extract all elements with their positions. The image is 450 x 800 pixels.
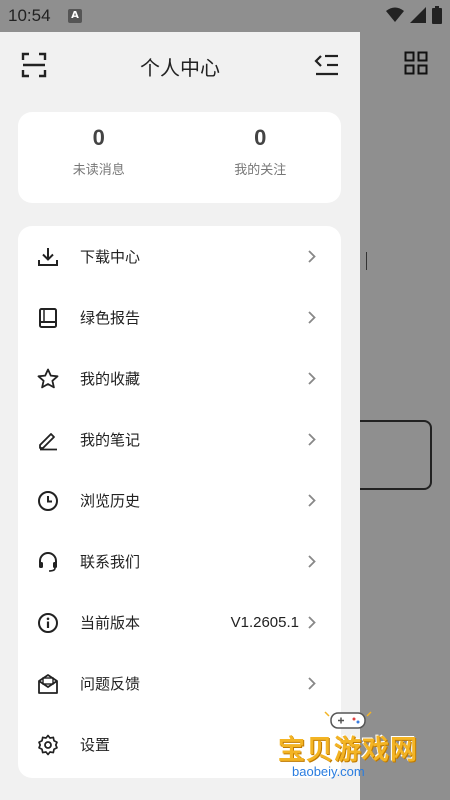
background-card-fragment xyxy=(350,420,432,490)
info-icon xyxy=(38,613,58,633)
menu-item-label: 我的收藏 xyxy=(80,370,141,388)
menu-item-label: 绿色报告 xyxy=(80,309,141,327)
stat-label: 未读消息 xyxy=(72,163,125,178)
chevron-right-icon xyxy=(308,616,316,629)
stat-label: 我的关注 xyxy=(234,163,287,178)
menu-card: 下载中心 绿色报告 我的收藏 我的笔记 浏览历史 联系我们 当前版本 V1.26… xyxy=(18,226,341,778)
version-value: V1.2605.1 xyxy=(230,614,299,631)
clock-icon xyxy=(38,491,58,511)
menu-item-green-report[interactable]: 绿色报告 xyxy=(18,287,341,348)
headset-icon xyxy=(39,552,57,572)
stat-value: 0 xyxy=(254,125,267,150)
status-icons xyxy=(386,6,442,24)
watermark-logo: 宝贝游戏网 baobeiy.com xyxy=(268,708,428,788)
menu-item-my-favorites[interactable]: 我的收藏 xyxy=(18,348,341,409)
chevron-right-icon xyxy=(308,250,316,263)
stat-value: 0 xyxy=(92,125,105,150)
pencil-icon xyxy=(39,433,57,451)
menu-item-my-notes[interactable]: 我的笔记 xyxy=(18,409,341,470)
page-title: 个人中心 xyxy=(140,56,220,80)
menu-item-browse-history[interactable]: 浏览历史 xyxy=(18,470,341,531)
menu-item-label: 下载中心 xyxy=(80,248,141,266)
chevron-right-icon xyxy=(308,555,316,568)
chevron-right-icon xyxy=(308,677,316,690)
menu-item-label: 我的笔记 xyxy=(80,431,141,449)
download-icon xyxy=(38,248,58,266)
stat-following[interactable]: 0 我的关注 xyxy=(180,112,342,203)
menu-item-label: 当前版本 xyxy=(80,614,141,632)
status-time: 10:54 xyxy=(8,6,51,25)
menu-item-download-center[interactable]: 下载中心 xyxy=(18,226,341,287)
chevron-right-icon xyxy=(308,433,316,446)
menu-item-label: 设置 xyxy=(80,736,111,754)
menu-item-label: 问题反馈 xyxy=(80,675,141,693)
menu-item-feedback[interactable]: 问题反馈 xyxy=(18,653,341,714)
menu-collapse-icon[interactable] xyxy=(314,52,340,78)
book-icon xyxy=(39,308,57,328)
chevron-right-icon xyxy=(308,311,316,324)
mail-icon xyxy=(38,674,58,694)
chevron-right-icon xyxy=(308,494,316,507)
stats-card: 0 未读消息 0 我的关注 xyxy=(18,112,341,203)
watermark-text: 宝贝游戏网 xyxy=(278,735,418,766)
gear-icon xyxy=(38,734,58,756)
notification-a-icon: A xyxy=(68,9,82,23)
side-drawer: 个人中心 0 未读消息 0 我的关注 下载中心 绿色报告 我的收藏 我的笔记 浏… xyxy=(0,32,360,800)
signal-icon xyxy=(410,7,426,23)
drawer-header: 个人中心 xyxy=(0,32,360,98)
menu-item-contact-us[interactable]: 联系我们 xyxy=(18,531,341,592)
battery-icon xyxy=(432,6,442,24)
watermark-url: baobeiy.com xyxy=(292,764,365,779)
stat-unread-messages[interactable]: 0 未读消息 xyxy=(18,112,180,203)
status-bar: 10:54 A xyxy=(0,0,450,32)
menu-item-label: 联系我们 xyxy=(80,553,141,571)
menu-item-current-version[interactable]: 当前版本 V1.2605.1 xyxy=(18,592,341,653)
star-icon xyxy=(37,368,59,389)
grid-icon[interactable] xyxy=(404,51,428,75)
chevron-right-icon xyxy=(308,372,316,385)
wifi-icon xyxy=(386,7,404,22)
menu-item-label: 浏览历史 xyxy=(80,492,141,510)
